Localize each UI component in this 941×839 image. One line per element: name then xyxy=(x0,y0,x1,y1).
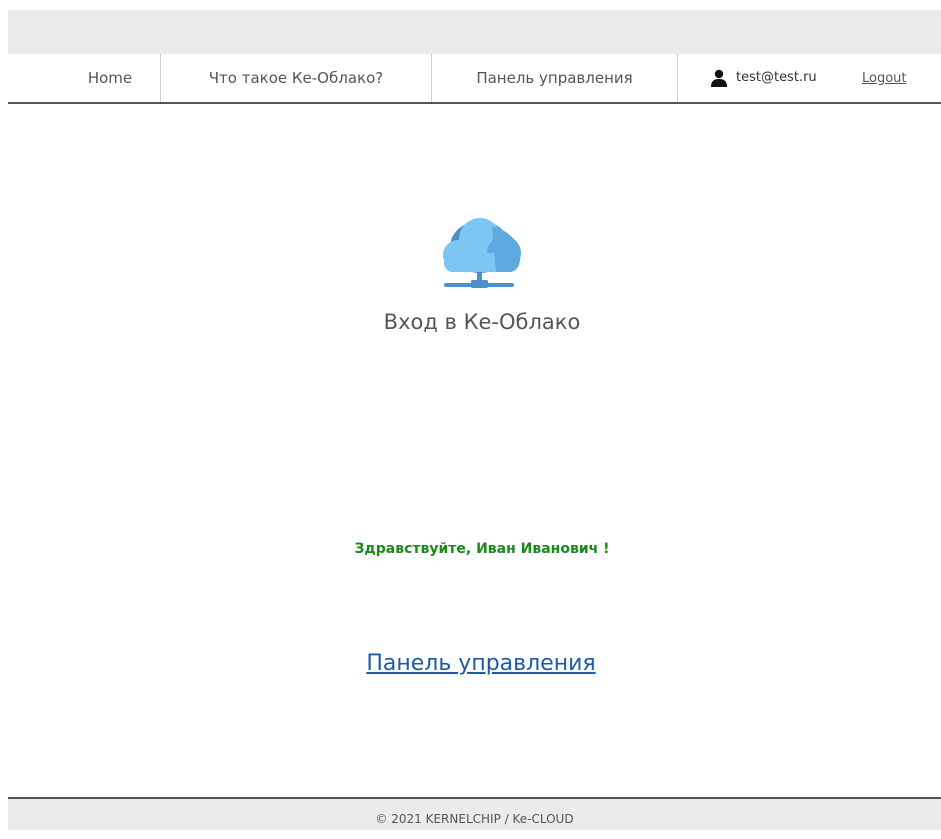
copyright-text: © 2021 KERNELCHIP / Ke-CLOUD xyxy=(375,812,574,826)
top-bar xyxy=(8,10,941,54)
login-title: Вход в Ке-Облако xyxy=(383,310,581,334)
logout-link[interactable]: Logout xyxy=(862,54,907,104)
footer: © 2021 KERNELCHIP / Ke-CLOUD xyxy=(8,797,941,830)
nav-control-panel-link[interactable]: Панель управления xyxy=(432,54,678,102)
cloud-network-icon xyxy=(443,218,521,288)
control-panel-link[interactable]: Панель управления xyxy=(0,651,941,676)
greeting-text: Здравствуйте, Иван Иванович ! xyxy=(354,541,610,557)
nav-home-link[interactable]: Home xyxy=(60,54,161,102)
main-nav: Home Что такое Ке-Облако? Панель управле… xyxy=(8,54,941,104)
nav-what-is-link[interactable]: Что такое Ке-Облако? xyxy=(161,54,432,102)
user-email: test@test.ru xyxy=(736,70,817,85)
user-area: test@test.ru Logout xyxy=(678,54,941,102)
user-icon xyxy=(711,69,727,87)
